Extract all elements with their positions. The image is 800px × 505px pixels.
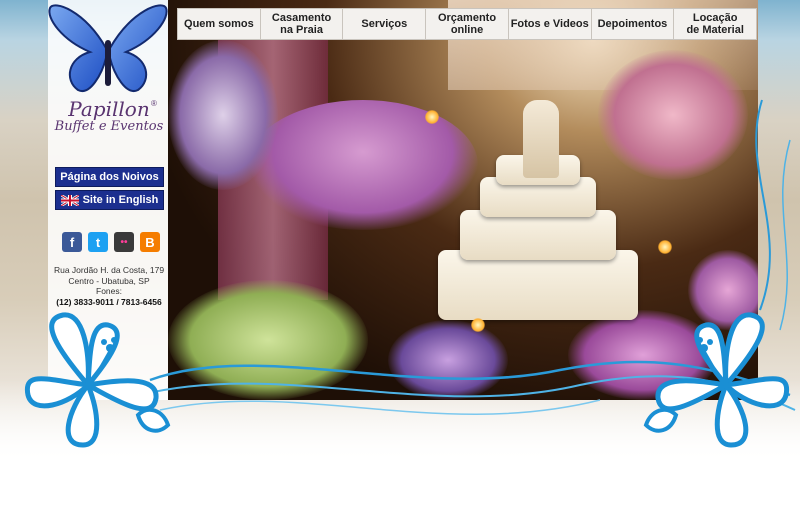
hibiscus-flower-icon [24, 312, 171, 448]
hibiscus-flower-icon [643, 312, 790, 448]
